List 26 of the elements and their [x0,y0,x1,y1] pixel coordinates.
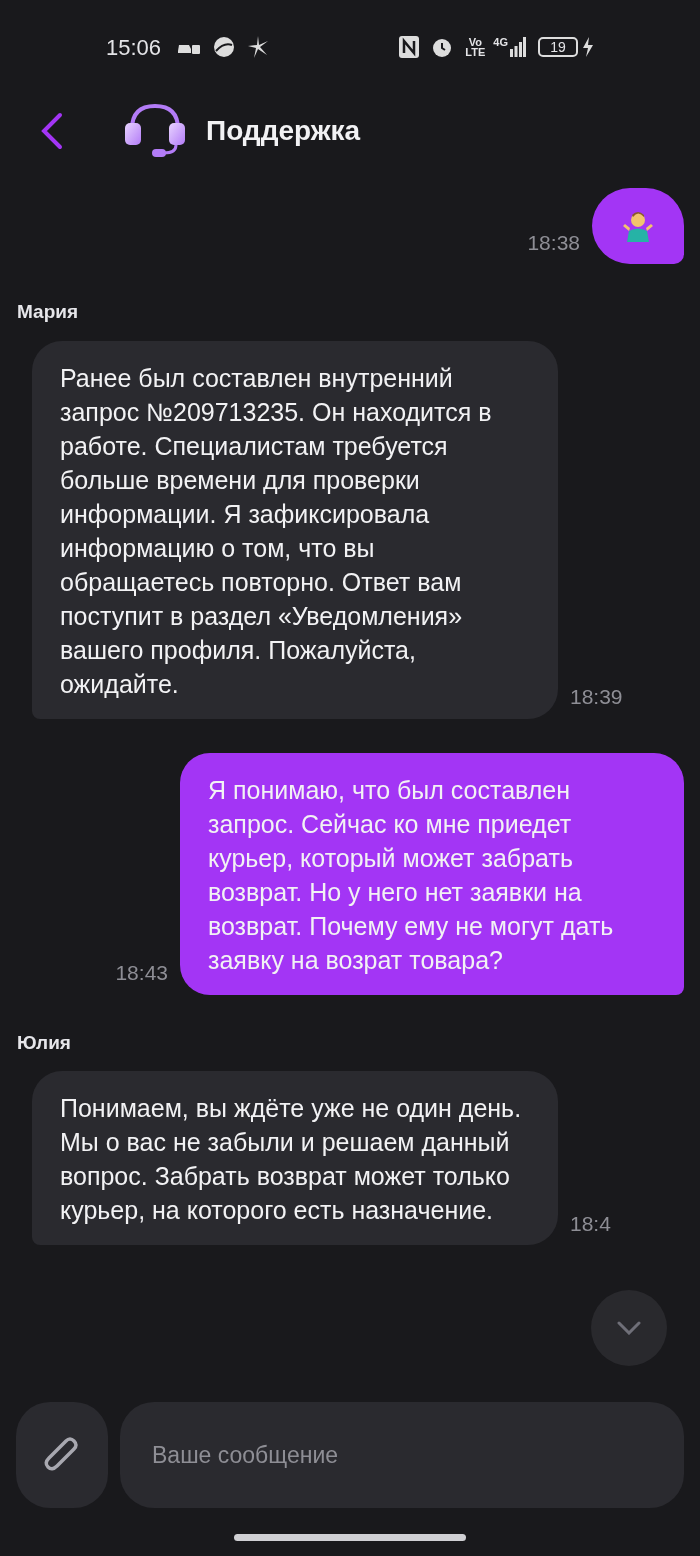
message-bubble: Ранее был составлен внутренний запрос №209713235. Он находится в работе. Специалистам требуется больше времени для проверки информации. Я зафиксировала информацию о том, что вы обращаетесь повторно. Ответ вам поступит в раздел «Уведомления» вашего профиля. Пожалуйста, ожидайте. [32,340,558,719]
message-time: 18:38 [527,229,580,256]
chevron-down-icon [617,1321,641,1335]
headset-icon [124,103,186,159]
message-time: 18:39 [570,684,623,710]
status-time: 15:06 [106,33,162,62]
message-bubble: Понимаем, вы ждёте уже не один день. Мы о вас не забыли и решаем данный вопрос. Забрать возврат может только курьер, на которого есть назначение. [32,1071,558,1245]
chat-title: Поддержка [206,114,361,148]
message-time: 18:4 [570,1210,611,1237]
sender-name: Юлия [17,1030,72,1055]
attach-button[interactable] [16,1402,108,1508]
nfc-icon [399,36,420,58]
shrugging-figure-icon [621,209,655,243]
volte-label: Vo [468,37,482,47]
back-chevron-icon [40,112,64,150]
sender-name: Мария [17,300,79,324]
network-label: 4G [493,37,508,48]
volte-label: LTE [465,47,486,57]
charging-icon [582,37,594,57]
message-bubble: Я понимаю, что был составлен запрос. Сейчас ко мне приедет курьер, который может забрать возврат. Но у него нет заявки на возврат. Почему ему не могут дать заявку на возрат товара? [180,752,684,995]
battery-indicator: 19 [538,37,578,57]
message-time: 18:43 [115,960,168,986]
message-input[interactable]: Ваше сообщение [120,1402,684,1508]
signal-icon [510,37,526,57]
globe-icon [213,36,236,58]
alarm-icon [431,36,454,58]
